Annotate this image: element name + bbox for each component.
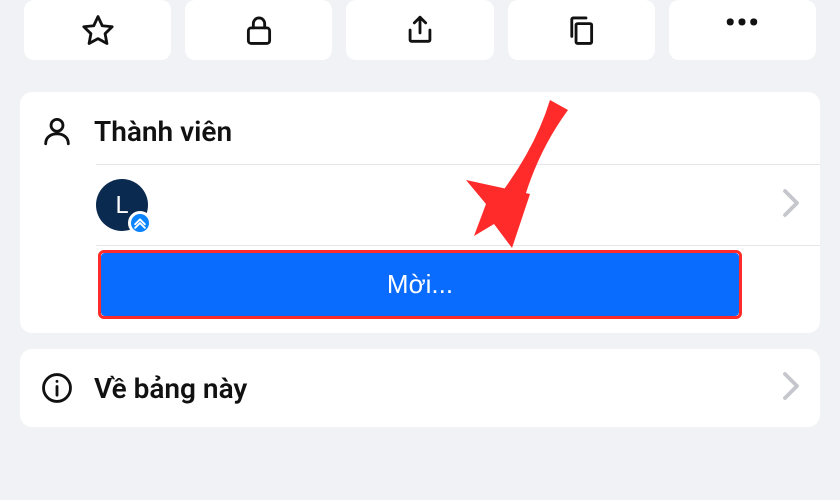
share-button[interactable] [346,0,493,60]
about-label: Về bảng này [94,372,247,405]
toolbar: ••• [0,0,840,74]
star-icon [81,13,115,47]
members-section: Thành viên L Mời... [20,92,820,333]
star-button[interactable] [24,0,171,60]
share-icon [403,13,437,47]
invite-highlight: Mời... [98,250,742,319]
copy-button[interactable] [508,0,655,60]
person-icon [40,114,74,148]
about-row[interactable]: Về bảng này [20,349,820,427]
lock-button[interactable] [185,0,332,60]
members-title: Thành viên [94,115,232,148]
invite-button[interactable]: Mời... [101,253,739,316]
members-header: Thành viên [20,92,820,164]
copy-icon [564,13,598,47]
info-icon [40,371,74,405]
avatar: L [96,179,148,231]
lock-icon [242,13,276,47]
admin-badge-icon [128,211,152,235]
chevron-right-icon [782,188,800,222]
chevron-right-icon [782,371,800,405]
avatar-initial: L [116,191,129,219]
more-button[interactable]: ••• [669,0,816,60]
divider [96,245,820,246]
member-row[interactable]: L [20,165,820,245]
